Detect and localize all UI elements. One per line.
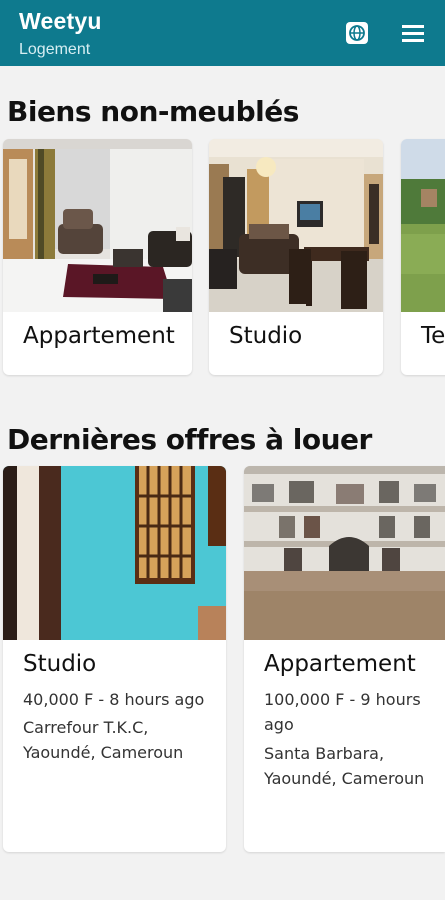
category-label: Appartement [23,323,175,349]
menu-icon[interactable] [400,21,426,45]
apartment-photo [3,139,192,312]
app-subtitle: Logement [19,41,91,58]
offer-location: Carrefour T.K.C, Yaoundé, Cameroun [23,718,184,762]
app-title: Weetyu [19,8,102,34]
offer-card-studio[interactable]: Studio 40,000 F - 8 hours ago Carrefour … [3,466,226,852]
offer-location: Santa Barbara, Yaoundé, Cameroun [264,744,425,788]
studio-photo [209,139,383,312]
category-card-partial[interactable]: Te [401,139,445,375]
category-label: Te [421,323,445,349]
offer-card-apartment[interactable]: Appartement 100,000 F - 9 hours ago Sant… [244,466,445,852]
land-photo [401,139,445,312]
section-title-unfurnished: Biens non-meublés [7,95,299,128]
app-bar: Weetyu Logement [0,0,445,66]
offer-price-time: 100,000 F - 9 hours ago [264,690,421,734]
category-card-studio[interactable]: Studio [209,139,383,375]
category-card-apartment[interactable]: Appartement [3,139,192,375]
globe-icon[interactable] [345,21,369,45]
offer-title: Appartement [264,651,416,677]
offer-price-time: 40,000 F - 8 hours ago [23,690,205,709]
offer-title: Studio [23,651,97,677]
offer-photo-apartment [244,466,445,640]
offer-photo-studio [3,466,226,640]
section-title-latest-offers: Dernières offres à louer [7,423,372,456]
category-label: Studio [229,323,303,349]
